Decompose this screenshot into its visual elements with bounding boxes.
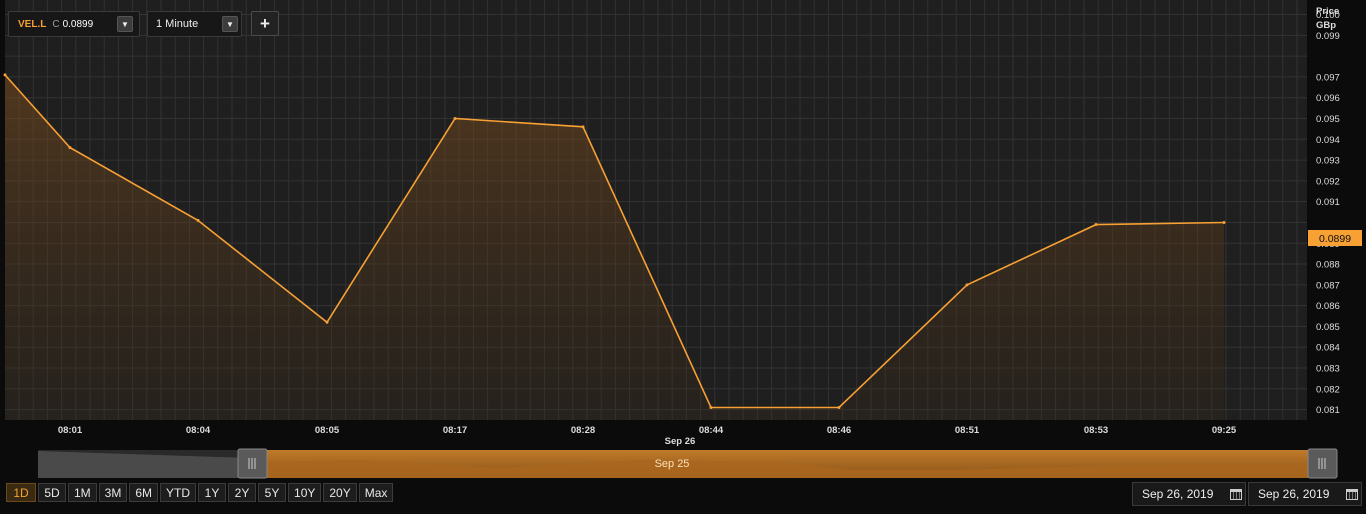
x-tick-label: 08:46: [827, 425, 851, 436]
data-point[interactable]: [325, 320, 329, 324]
y-tick-label: 0.085: [1316, 322, 1340, 333]
y-tick-label: 0.086: [1316, 301, 1340, 312]
x-tick-label: 08:01: [58, 425, 83, 436]
close-value: 0.0899: [62, 18, 94, 30]
y-tick-label: 0.082: [1316, 384, 1340, 395]
y-tick-label: 0.095: [1316, 114, 1340, 125]
date-to-value: Sep 26, 2019: [1258, 487, 1330, 501]
range-button-1y[interactable]: 1Y: [198, 483, 227, 502]
range-button-ytd[interactable]: YTD: [160, 483, 197, 502]
calendar-icon[interactable]: [1341, 483, 1363, 505]
y-tick-label: 0.099: [1316, 31, 1340, 42]
range-button-2y[interactable]: 2Y: [228, 483, 257, 502]
data-point[interactable]: [68, 146, 72, 150]
date-to-field[interactable]: Sep 26, 2019: [1248, 482, 1362, 506]
chevron-down-icon[interactable]: ▼: [117, 16, 133, 32]
range-button-5y[interactable]: 5Y: [258, 483, 287, 502]
x-axis-ticks: 08:01 08:04 08:05 08:17 08:28 08:44 08:46 08:51…: [58, 425, 1237, 436]
data-point[interactable]: [453, 117, 457, 121]
range-button-5d[interactable]: 5D: [38, 483, 66, 502]
y-tick-label: 0.081: [1316, 405, 1340, 416]
x-tick-label: 08:53: [1084, 425, 1108, 436]
y-tick-label: 0.083: [1316, 364, 1340, 375]
y-tick-label: 0.097: [1316, 72, 1340, 83]
range-button-1m[interactable]: 1M: [68, 483, 97, 502]
x-axis-date-label: Sep 26: [665, 436, 696, 447]
navigator[interactable]: Sep 25: [38, 448, 1338, 479]
y-tick-label: 0.092: [1316, 176, 1340, 187]
close-prefix: C: [52, 18, 60, 30]
chevron-down-icon[interactable]: ▼: [222, 16, 238, 32]
x-tick-label: 08:17: [443, 425, 467, 436]
navigator-left-handle[interactable]: [237, 448, 268, 479]
y-tick-label: 0.096: [1316, 93, 1340, 104]
calendar-icon[interactable]: [1225, 483, 1247, 505]
range-button-6m[interactable]: 6M: [129, 483, 159, 502]
range-button-3m[interactable]: 3M: [98, 483, 128, 502]
x-tick-label: 09:25: [1212, 425, 1237, 436]
y-tick-label: 0.084: [1316, 343, 1340, 354]
interval-selector[interactable]: 1 Minute ▼: [147, 11, 242, 37]
plus-icon: +: [260, 13, 270, 33]
data-point[interactable]: [1222, 220, 1226, 224]
data-point[interactable]: [1094, 223, 1098, 227]
data-point[interactable]: [581, 125, 585, 129]
range-button-20y[interactable]: 20Y: [323, 483, 357, 502]
data-point[interactable]: [196, 218, 200, 222]
range-button-max[interactable]: Max: [358, 483, 394, 502]
x-tick-label: 08:04: [186, 425, 211, 436]
y-axis-title-price: Price: [1316, 6, 1339, 17]
add-symbol-button[interactable]: +: [251, 11, 279, 36]
x-tick-label: 08:05: [315, 425, 340, 436]
svg-text:0.0899: 0.0899: [1319, 233, 1351, 245]
price-chart[interactable]: 0.1000.0990.0970.0960.0950.0940.0930.092…: [0, 0, 1366, 514]
navigator-label: Sep 25: [655, 458, 690, 470]
data-point[interactable]: [709, 406, 713, 410]
range-buttons: 1D 5D 1M 3M 6M YTD 1Y 2Y 5Y 10Y 20Y Max: [6, 483, 394, 502]
x-tick-label: 08:28: [571, 425, 595, 436]
date-from-field[interactable]: Sep 26, 2019: [1132, 482, 1246, 506]
interval-label: 1 Minute: [156, 18, 199, 30]
y-axis-ticks: 0.1000.0990.0970.0960.0950.0940.0930.092…: [1316, 10, 1340, 416]
symbol-name: VEL.L: [18, 18, 47, 30]
data-point[interactable]: [837, 406, 841, 410]
data-point[interactable]: [965, 283, 969, 287]
range-button-1d[interactable]: 1D: [6, 483, 36, 502]
data-point[interactable]: [3, 73, 7, 77]
symbol-selector[interactable]: VEL.L C 0.0899 ▼: [8, 11, 140, 37]
current-price-tag: 0.0899: [1308, 230, 1362, 246]
navigator-right-handle[interactable]: [1307, 448, 1338, 479]
y-axis-title-unit: GBp: [1316, 20, 1336, 31]
y-tick-label: 0.091: [1316, 197, 1340, 208]
range-button-10y[interactable]: 10Y: [288, 483, 322, 502]
y-tick-label: 0.088: [1316, 260, 1340, 271]
x-tick-label: 08:51: [955, 425, 980, 436]
x-tick-label: 08:44: [699, 425, 724, 436]
date-from-value: Sep 26, 2019: [1142, 487, 1214, 501]
y-tick-label: 0.093: [1316, 156, 1340, 167]
y-tick-label: 0.087: [1316, 280, 1340, 291]
y-tick-label: 0.094: [1316, 135, 1340, 146]
